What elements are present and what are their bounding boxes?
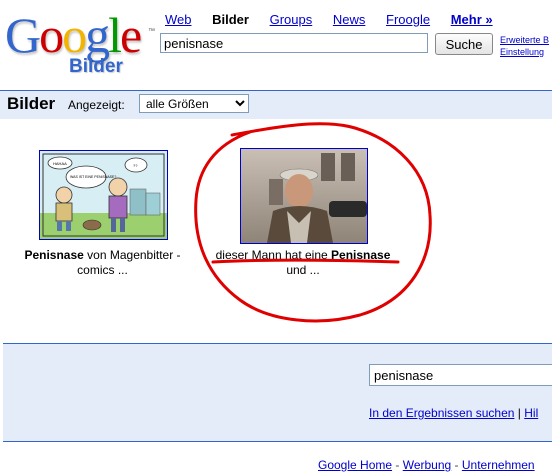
- result-2-text2: und ...: [286, 263, 320, 277]
- result-1-text2: comics ...: [77, 263, 128, 277]
- top-nav: Web Bilder Groups News Froogle Mehr »: [165, 12, 493, 27]
- result-1-bold: Penisnase: [24, 248, 84, 262]
- nav-froogle[interactable]: Froogle: [386, 12, 430, 27]
- bottom-search-input[interactable]: [369, 364, 552, 386]
- logo-trademark: ™: [148, 28, 155, 35]
- result-caption-2: dieser Mann hat eine Penisnase und ...: [203, 248, 403, 278]
- footer-home-link[interactable]: Google Home: [318, 458, 392, 472]
- result-caption-1: Penisnase von Magenbitter - comics ...: [10, 248, 195, 278]
- search-button[interactable]: Suche: [435, 33, 493, 55]
- nav-more[interactable]: Mehr »: [451, 12, 493, 27]
- comic-bubble-1: HAHAA: [53, 161, 67, 166]
- search-in-results-link[interactable]: In den Ergebnissen suchen: [369, 406, 514, 420]
- bottom-search-panel: In den Ergebnissen suchen | Hil: [3, 343, 552, 442]
- google-logo[interactable]: Google ™ Bilder: [5, 7, 155, 78]
- logo-letter: l: [108, 7, 122, 63]
- result-2-link[interactable]: dieser Mann hat eine Penisnase: [216, 248, 391, 262]
- logo-letter: o: [39, 7, 64, 63]
- result-1-link[interactable]: Penisnase von Magenbitter -: [24, 248, 180, 262]
- result-1-text: von Magenbitter -: [83, 248, 181, 262]
- result-thumbnail-photo[interactable]: [240, 148, 368, 244]
- help-link[interactable]: Hil: [524, 406, 538, 420]
- footer-company-link[interactable]: Unternehmen: [462, 458, 535, 472]
- result-2-bold: Penisnase: [331, 248, 391, 262]
- logo-letter: g: [85, 7, 110, 63]
- advanced-search-link[interactable]: Erweiterte B: [500, 35, 549, 45]
- search-input[interactable]: [160, 33, 428, 53]
- logo-letter: e: [120, 7, 142, 63]
- man-photo-image: [241, 149, 367, 243]
- nav-web[interactable]: Web: [165, 12, 192, 27]
- logo-letter: o: [62, 7, 87, 63]
- logo-letter: G: [5, 7, 41, 63]
- comic-image: HAHAA WAS IST EINE PENISNASE? ??: [40, 151, 167, 239]
- result-2-text: dieser Mann hat eine: [215, 248, 332, 262]
- logo-subtitle: Bilder: [69, 56, 123, 77]
- size-select[interactable]: alle Größen: [139, 94, 249, 113]
- nav-news[interactable]: News: [333, 12, 366, 27]
- nav-bilder: Bilder: [212, 12, 249, 27]
- footer-separator: -: [451, 458, 462, 472]
- footer: Google Home - Werbung - Unternehmen: [318, 458, 535, 472]
- comic-bubble-3: ??: [133, 163, 138, 168]
- footer-ads-link[interactable]: Werbung: [403, 458, 451, 472]
- results-bar-title: Bilder: [7, 94, 56, 113]
- search-side-links: Erweiterte B Einstellung: [500, 34, 549, 58]
- google-logo-wordmark: Google: [5, 7, 142, 63]
- result-thumbnail-comic[interactable]: HAHAA WAS IST EINE PENISNASE? ??: [39, 150, 168, 240]
- results-bar: Bilder Angezeigt: alle Größen: [0, 90, 552, 119]
- settings-link[interactable]: Einstellung: [500, 47, 544, 57]
- bottom-links: In den Ergebnissen suchen | Hil: [369, 406, 538, 420]
- shown-label: Angezeigt:: [68, 98, 125, 112]
- nav-groups[interactable]: Groups: [270, 12, 313, 27]
- comic-bubble-2: WAS IST EINE PENISNASE?: [70, 175, 116, 179]
- footer-separator: -: [392, 458, 403, 472]
